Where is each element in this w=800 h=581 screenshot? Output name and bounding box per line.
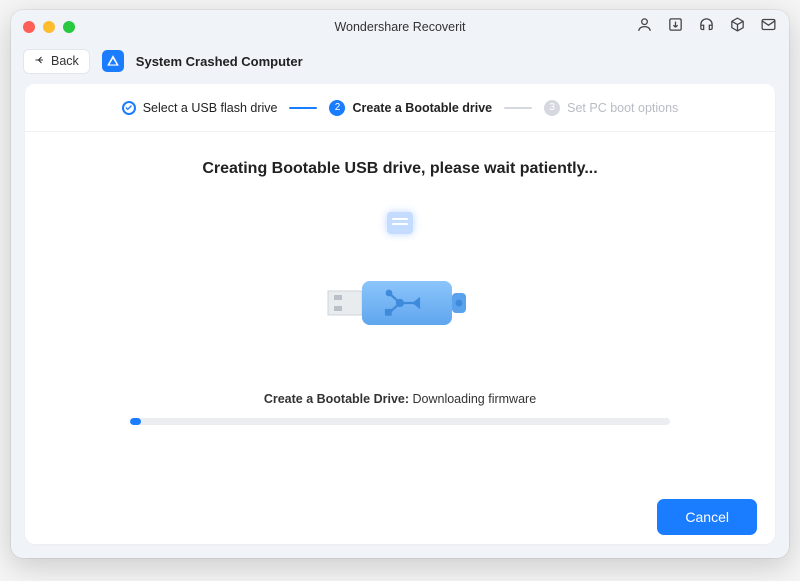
step-indicator: Select a USB flash drive 2 Create a Boot… <box>25 84 775 132</box>
progress-area: Create a Bootable Drive: Downloading fir… <box>130 392 670 425</box>
module-title: System Crashed Computer <box>136 54 303 69</box>
progress-status-text: Downloading firmware <box>409 392 536 406</box>
close-window-button[interactable] <box>23 21 35 33</box>
step-2: 2 Create a Bootable drive <box>329 100 492 116</box>
subheader: Back System Crashed Computer <box>11 44 789 84</box>
step-3-badge: 3 <box>544 100 560 116</box>
back-button[interactable]: Back <box>23 49 90 74</box>
mail-icon[interactable] <box>760 16 777 38</box>
package-icon[interactable] <box>729 16 746 38</box>
import-icon[interactable] <box>667 16 684 38</box>
titlebar-actions <box>636 16 777 38</box>
minimize-window-button[interactable] <box>43 21 55 33</box>
cancel-button[interactable]: Cancel <box>657 499 757 535</box>
titlebar: Wondershare Recoverit <box>11 10 789 44</box>
step-2-badge: 2 <box>329 100 345 116</box>
progress-label-prefix: Create a Bootable Drive: <box>264 392 409 406</box>
usb-drive-icon <box>320 271 480 336</box>
usb-illustration <box>310 212 490 362</box>
app-window: Wondershare Recoverit Back <box>11 10 789 558</box>
support-icon[interactable] <box>698 16 715 38</box>
traffic-lights <box>23 21 75 33</box>
main-panel: Select a USB flash drive 2 Create a Boot… <box>25 84 775 544</box>
panel-footer: Cancel <box>25 488 775 544</box>
step-connector <box>504 107 532 109</box>
page-heading: Creating Bootable USB drive, please wait… <box>202 160 597 178</box>
step-1: Select a USB flash drive <box>122 101 278 115</box>
progress-bar <box>130 418 670 425</box>
account-icon[interactable] <box>636 16 653 38</box>
step-1-label: Select a USB flash drive <box>143 101 278 115</box>
step-2-label: Create a Bootable drive <box>352 101 492 115</box>
check-icon <box>122 101 136 115</box>
progress-label: Create a Bootable Drive: Downloading fir… <box>130 392 670 406</box>
step-3: 3 Set PC boot options <box>544 100 678 116</box>
module-icon <box>102 50 124 72</box>
maximize-window-button[interactable] <box>63 21 75 33</box>
arrow-left-icon <box>34 54 46 69</box>
step-connector <box>289 107 317 109</box>
document-icon <box>387 212 413 234</box>
body-area: Creating Bootable USB drive, please wait… <box>25 132 775 488</box>
back-button-label: Back <box>51 54 79 68</box>
step-3-label: Set PC boot options <box>567 101 678 115</box>
progress-fill <box>130 418 141 425</box>
